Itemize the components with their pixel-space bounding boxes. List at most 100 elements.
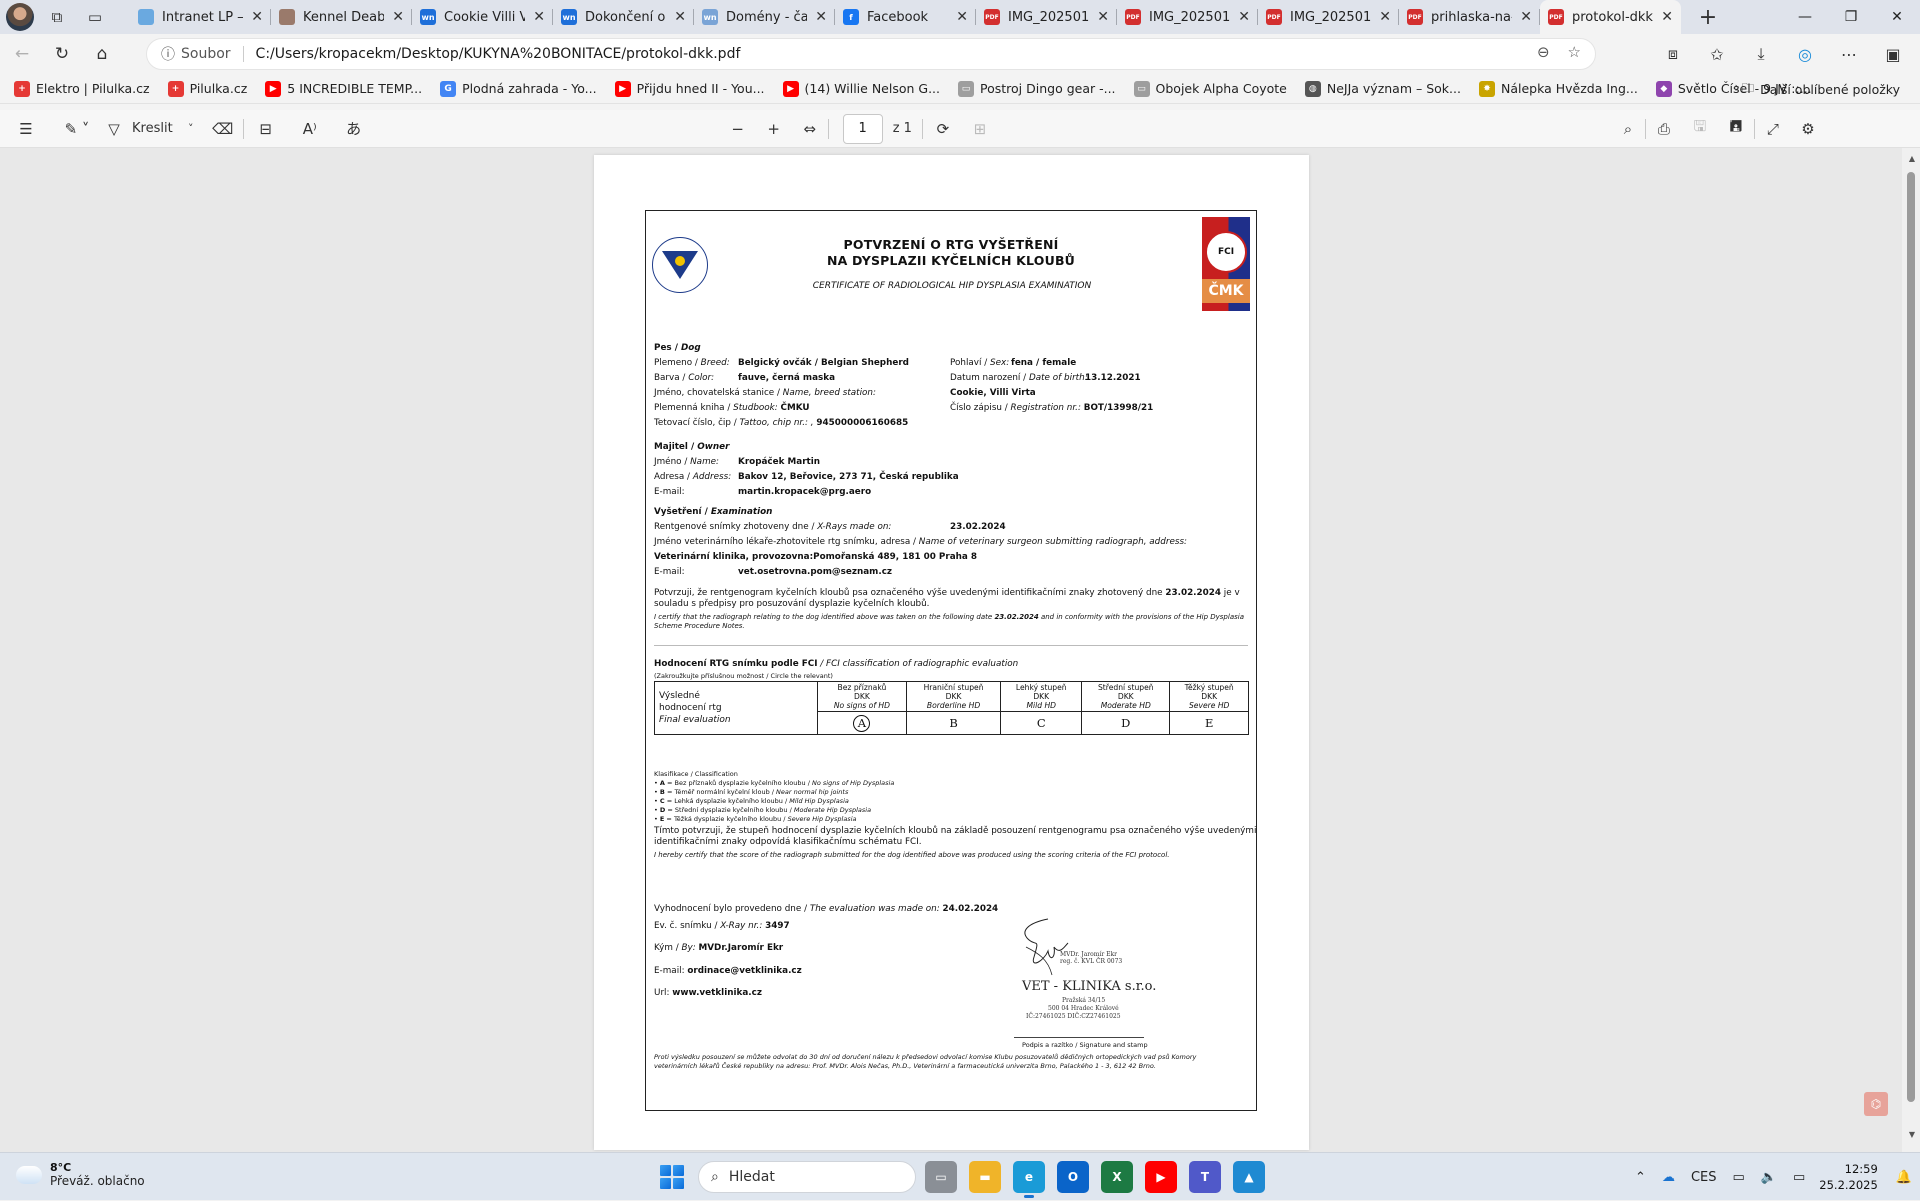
- home-button[interactable]: ⌂: [84, 38, 120, 70]
- favorite-link[interactable]: ▭ Postroj Dingo gear -...: [958, 80, 1116, 97]
- acrobat-icon[interactable]: ⌬: [1864, 1092, 1888, 1116]
- info-icon[interactable]: ⓘ: [161, 44, 175, 64]
- close-window-button[interactable]: ✕: [1874, 0, 1920, 34]
- rotate-icon[interactable]: ⟳: [923, 114, 963, 144]
- tab-actions-icon[interactable]: ▭: [80, 2, 110, 32]
- extensions-icon[interactable]: ⧈: [1656, 38, 1690, 70]
- photos-icon[interactable]: ▲: [1233, 1161, 1265, 1193]
- favorite-link[interactable]: ▶ (14) Willie Nelson G...: [782, 80, 940, 97]
- page-number-input[interactable]: 1: [842, 113, 883, 144]
- favorite-link[interactable]: ✸ Nálepka Hvězda Ing...: [1478, 80, 1638, 97]
- file-explorer-icon[interactable]: ▬: [969, 1161, 1001, 1193]
- sidebar-toggle-icon[interactable]: ▣: [1876, 38, 1910, 70]
- more-menu-icon[interactable]: ⋯: [1832, 38, 1866, 70]
- zoom-in-button[interactable]: +: [756, 114, 792, 144]
- profile-avatar[interactable]: [6, 3, 34, 31]
- scroll-down-icon[interactable]: ▼: [1909, 1130, 1915, 1139]
- zoom-out-button[interactable]: −: [720, 114, 756, 144]
- draw-icon[interactable]: ▽: [102, 114, 126, 144]
- network-icon[interactable]: ▭: [1733, 1170, 1745, 1185]
- start-button[interactable]: [660, 1165, 684, 1189]
- favorite-link[interactable]: ▶ 5 INCREDIBLE TEMP...: [265, 80, 422, 97]
- highlight-icon[interactable]: ✎ ˅: [52, 114, 102, 144]
- translate-icon[interactable]: あ: [332, 114, 376, 144]
- favorite-link[interactable]: + Elektro | Pilulka.cz: [14, 80, 150, 97]
- fit-to-page-icon[interactable]: ⇔: [792, 114, 828, 144]
- youtube-icon[interactable]: ▶: [1145, 1161, 1177, 1193]
- close-tab-icon[interactable]: ✕: [1520, 9, 1532, 25]
- clock[interactable]: 12:59 25.2.2025: [1819, 1161, 1878, 1193]
- close-tab-icon[interactable]: ✕: [533, 9, 545, 25]
- browser-tab[interactable]: Intranet LP – hl ✕: [130, 0, 271, 34]
- battery-icon[interactable]: ▭: [1793, 1170, 1805, 1185]
- page-view-icon[interactable]: ⊟: [244, 114, 288, 144]
- new-tab-button[interactable]: +: [1691, 0, 1725, 34]
- notifications-bell-icon[interactable]: 🔔: [1896, 1170, 1912, 1185]
- browser-tab[interactable]: PDF IMG_20250127_ ✕: [976, 0, 1117, 34]
- favorites-overflow-chevron-icon[interactable]: ›: [1734, 80, 1740, 96]
- back-button[interactable]: ←: [4, 38, 40, 70]
- close-tab-icon[interactable]: ✕: [251, 9, 263, 25]
- print-icon[interactable]: ⎙: [1646, 114, 1682, 144]
- downloads-icon[interactable]: ⤓: [1744, 38, 1778, 70]
- restore-button[interactable]: ❐: [1828, 0, 1874, 34]
- browser-tab[interactable]: PDF prihlaska-na-bo ✕: [1399, 0, 1540, 34]
- task-view-icon[interactable]: ▭: [925, 1161, 957, 1193]
- read-aloud-icon[interactable]: A︎⁾: [288, 114, 332, 144]
- edge-browser-icon[interactable]: e: [1013, 1161, 1045, 1198]
- weather-widget[interactable]: 8°C Převáž. oblačno: [12, 1161, 145, 1188]
- favorites-icon[interactable]: ✩: [1700, 38, 1734, 70]
- browser-tab[interactable]: PDF protokol-dkk.pd ✕: [1540, 0, 1681, 34]
- address-url[interactable]: C:/Users/kropacekm/Desktop/KUKYNA%20BONI…: [256, 46, 741, 62]
- other-favorites-folder[interactable]: 🗀 Další oblíbené položky: [1742, 79, 1900, 100]
- zoom-out-icon[interactable]: ⊖: [1537, 43, 1550, 61]
- browser-tab[interactable]: f Facebook ✕: [835, 0, 976, 34]
- address-bar[interactable]: ⓘ Soubor C:/Users/kropacekm/Desktop/KUKY…: [146, 38, 1596, 70]
- close-tab-icon[interactable]: ✕: [1097, 9, 1109, 25]
- volume-icon[interactable]: 🔈: [1761, 1170, 1777, 1185]
- close-tab-icon[interactable]: ✕: [1379, 9, 1391, 25]
- two-page-view-icon[interactable]: ⊞: [963, 114, 997, 144]
- save-as-icon[interactable]: 🖪: [1718, 114, 1754, 144]
- close-tab-icon[interactable]: ✕: [815, 9, 827, 25]
- settings-icon[interactable]: ⚙: [1791, 114, 1825, 144]
- taskbar-search[interactable]: ⌕ Hledat: [698, 1161, 916, 1193]
- favorite-link[interactable]: ▶ Přijdu hned II - You...: [614, 80, 765, 97]
- onedrive-icon[interactable]: ☁: [1662, 1170, 1675, 1185]
- browser-tab[interactable]: PDF IMG_20250127_ ✕: [1258, 0, 1399, 34]
- save-icon[interactable]: 🖫: [1682, 114, 1718, 144]
- search-icon[interactable]: ⌕: [1611, 114, 1645, 144]
- edge-copilot-icon[interactable]: ◎: [1788, 38, 1822, 70]
- close-tab-icon[interactable]: ✕: [674, 9, 686, 25]
- contents-icon[interactable]: ☰: [0, 114, 52, 144]
- favorite-link[interactable]: G Plodná zahrada - Yo...: [440, 80, 597, 97]
- workspaces-icon[interactable]: ⧉: [42, 2, 72, 32]
- excel-icon[interactable]: X: [1101, 1161, 1133, 1193]
- close-tab-icon[interactable]: ✕: [392, 9, 404, 25]
- close-tab-icon[interactable]: ✕: [1661, 9, 1673, 25]
- vertical-scrollbar[interactable]: ▲ ▼: [1902, 148, 1920, 1152]
- scroll-up-icon[interactable]: ▲: [1909, 154, 1915, 163]
- input-language[interactable]: CES: [1691, 1170, 1717, 1185]
- erase-icon[interactable]: ⌫: [203, 114, 243, 144]
- favorite-link[interactable]: ▭ Obojek Alpha Coyote: [1133, 80, 1287, 97]
- browser-tab[interactable]: wn Cookie Villi Virt ✕: [412, 0, 553, 34]
- browser-tab[interactable]: PDF IMG_20250127_ ✕: [1117, 0, 1258, 34]
- fullscreen-icon[interactable]: ⤢: [1755, 114, 1791, 144]
- favorite-link[interactable]: + Pilulka.cz: [167, 80, 247, 97]
- scrollbar-thumb[interactable]: [1907, 172, 1915, 1102]
- browser-tab[interactable]: wn Dokončení obje ✕: [553, 0, 694, 34]
- favorite-star-icon[interactable]: ☆: [1568, 43, 1581, 61]
- draw-options-chevron-icon[interactable]: ˅: [179, 114, 203, 144]
- tray-overflow-chevron-icon[interactable]: ⌃: [1635, 1170, 1646, 1185]
- teams-icon[interactable]: T: [1189, 1161, 1221, 1193]
- draw-button[interactable]: Kreslit: [126, 114, 179, 144]
- favorite-link[interactable]: ◍ NeJJa význam – Sok...: [1304, 80, 1461, 97]
- close-tab-icon[interactable]: ✕: [956, 9, 968, 25]
- refresh-button[interactable]: ↻: [44, 38, 80, 70]
- browser-tab[interactable]: Kennel Deabei ✕: [271, 0, 412, 34]
- browser-tab[interactable]: wn Domény - časté ✕: [694, 0, 835, 34]
- outlook-icon[interactable]: O: [1057, 1161, 1089, 1193]
- minimize-button[interactable]: —: [1782, 0, 1828, 34]
- close-tab-icon[interactable]: ✕: [1238, 9, 1250, 25]
